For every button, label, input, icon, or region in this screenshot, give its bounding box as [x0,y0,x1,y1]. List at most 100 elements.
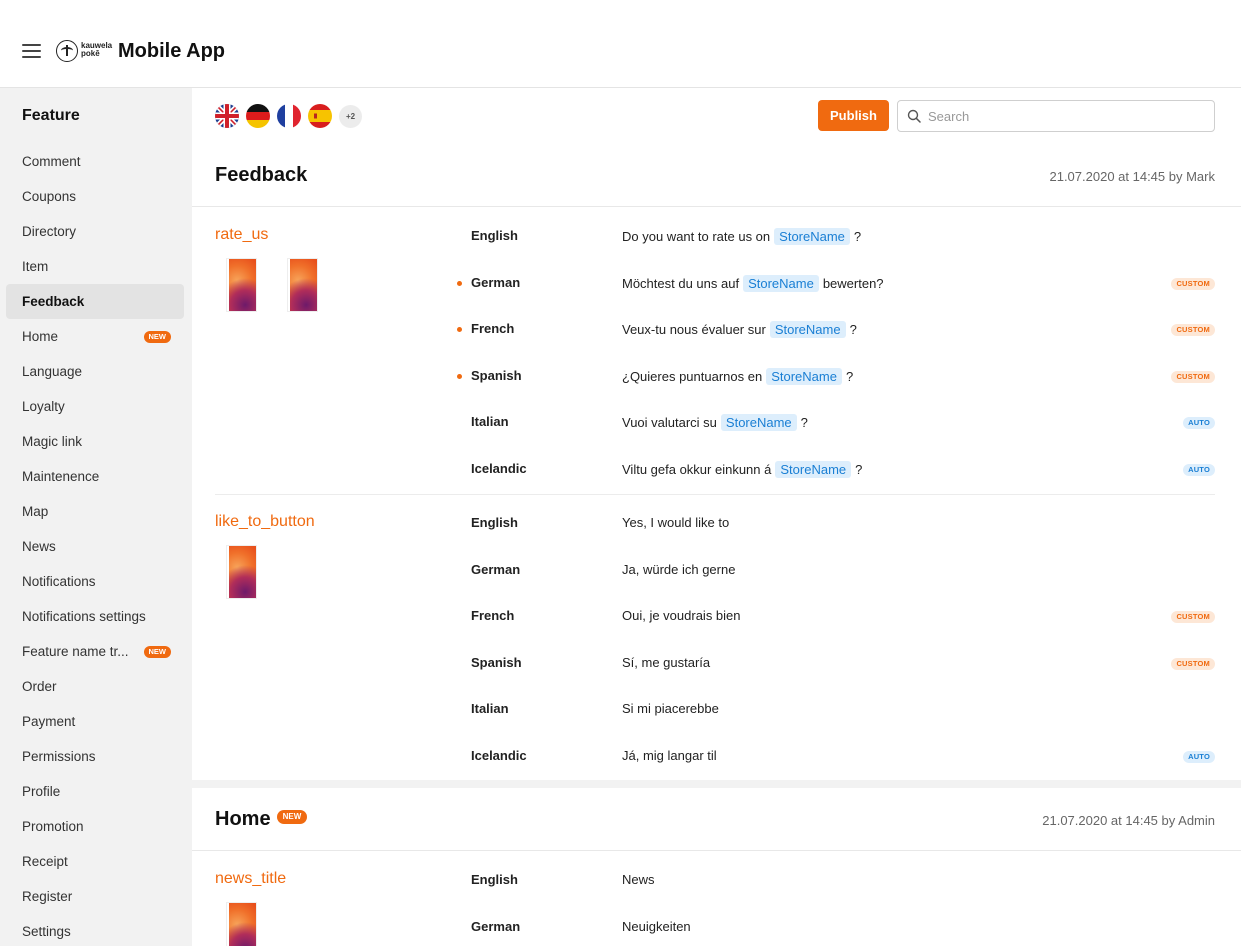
sidebar-item-label: Magic link [22,434,83,449]
sidebar-item-settings[interactable]: Settings [6,914,184,946]
translation-text[interactable]: Oui, je voudrais bien [622,608,741,623]
translation-text[interactable]: ¿Quieres puntuarnos en StoreName? [622,367,853,385]
placeholder-token[interactable]: StoreName [775,460,852,478]
section-divider [192,850,1241,851]
france-flag-icon[interactable] [277,104,301,128]
sidebar-title: Feature [22,107,80,124]
sidebar-item-loyalty[interactable]: Loyalty [6,389,184,424]
translation-text[interactable]: Do you want to rate us on StoreName? [622,228,861,245]
translation-row[interactable]: German Neuigkeiten [192,905,1241,946]
section-last-edited: 21.07.2020 at 14:45 by Admin [1042,813,1215,828]
sidebar-item-label: Loyalty [22,399,65,414]
sidebar-item-label: Feedback [22,294,85,309]
modified-dot-icon [457,280,462,286]
translation-text[interactable]: Ja, würde ich gerne [622,562,735,577]
new-badge: NEW [276,809,308,824]
translation-text[interactable]: Já, mig langar til [622,748,717,763]
translation-row[interactable]: English Yes, I would like to [192,501,1241,547]
translation-text-before: Yes, I would like to [622,515,730,530]
translation-row[interactable]: Italian Vuoi valutarci su StoreName? AUTO [192,400,1241,446]
placeholder-token[interactable]: StoreName [774,228,850,245]
auto-status-badge: AUTO [1183,417,1215,429]
sidebar-item-promotion[interactable]: Promotion [6,809,184,844]
language-label: Icelandic [471,747,527,763]
app-title: Mobile App [118,40,226,62]
language-label: German [471,274,521,290]
translation-row[interactable]: English Do you want to rate us on StoreNam… [192,214,1241,260]
placeholder-token[interactable]: StoreName [743,274,819,292]
translation-text[interactable]: Viltu gefa okkur einkunn á StoreName? [622,460,863,478]
sidebar-item-receipt[interactable]: Receipt [6,844,184,879]
sidebar-item-directory[interactable]: Directory [6,214,184,249]
sidebar-item-home[interactable]: Home NEW [6,319,184,354]
brand-logo[interactable]: kauwela pokē [56,40,112,62]
search-box[interactable] [897,100,1215,132]
sidebar-item-profile[interactable]: Profile [6,774,184,809]
sidebar-item-item[interactable]: Item [6,249,184,284]
translation-row[interactable]: German Ja, würde ich gerne [192,548,1241,594]
sidebar-item-notifications-settings[interactable]: Notifications settings [6,599,184,634]
spain-flag-icon[interactable] [308,104,332,128]
translation-row[interactable]: German Möchtest du uns auf StoreName bewert… [192,261,1241,307]
sidebar-item-magic-link[interactable]: Magic link [6,424,184,459]
translation-row[interactable]: Icelandic Viltu gefa okkur einkunn á Store… [192,447,1241,493]
sidebar-item-notifications[interactable]: Notifications [6,564,184,599]
translation-text[interactable]: Möchtest du uns auf StoreName bewerten? [622,274,884,292]
sidebar-item-maintenence[interactable]: Maintenence [6,459,184,494]
sidebar-item-register[interactable]: Register [6,879,184,914]
placeholder-token[interactable]: StoreName [766,367,842,385]
translation-row[interactable]: Spanish Sí, me gustaría CUSTOM [192,641,1241,687]
sidebar-item-news[interactable]: News [6,529,184,564]
translation-text-before: Si mi piacerebbe [622,701,719,716]
search-input[interactable] [928,101,1208,131]
uk-flag-icon[interactable] [215,104,239,128]
translation-text[interactable]: Si mi piacerebbe [622,701,719,716]
sidebar-list: Comment Coupons Directory Item Feedback Home N… [6,144,184,946]
sidebar-item-feature-name-tr[interactable]: Feature name tr... NEW [6,634,184,669]
auto-status-badge: AUTO [1183,463,1215,476]
translation-text-before: Ja, würde ich gerne [622,561,736,577]
main-content: +2 Publish Feedback 21.07.2020 at 14:45 b… [192,88,1241,946]
logo-text: kauwela pokē [81,42,121,58]
placeholder-token[interactable]: StoreName [769,321,846,338]
sidebar-item-coupons[interactable]: Coupons [6,179,184,214]
sidebar-item-payment[interactable]: Payment [6,704,184,739]
translation-text-after: ? [849,322,857,337]
more-languages-badge[interactable]: +2 [339,105,362,128]
sidebar-item-label: Promotion [22,819,84,834]
translation-text-after: ? [855,461,863,477]
sidebar-item-label: News [22,539,56,554]
translation-text[interactable]: Veux-tu nous évaluer sur StoreName? [622,321,857,338]
translation-text[interactable]: Yes, I would like to [622,515,729,530]
hamburger-menu-icon[interactable] [22,44,41,58]
translation-text-before: Já, mig langar til [622,747,717,763]
sidebar-item-label: Coupons [22,189,77,204]
translation-row[interactable]: French Oui, je voudrais bien CUSTOM [192,594,1241,640]
sidebar-item-permissions[interactable]: Permissions [6,739,184,774]
germany-flag-icon[interactable] [246,104,270,128]
translation-row[interactable]: Italian Si mi piacerebbe [192,687,1241,733]
sidebar-item-label: Profile [22,784,61,799]
sidebar-item-map[interactable]: Map [6,494,184,529]
sidebar-item-order[interactable]: Order [6,669,184,704]
sidebar-item-feedback[interactable]: Feedback [6,284,184,319]
language-label: German [471,561,521,577]
search-icon [907,109,921,123]
translation-text[interactable]: Neuigkeiten [622,919,691,934]
publish-button[interactable]: Publish [818,100,889,131]
new-badge: NEW [143,646,171,658]
translation-text[interactable]: News [622,872,655,887]
translation-text[interactable]: Vuoi valutarci su StoreName? [622,414,808,431]
sidebar-item-language[interactable]: Language [6,354,184,389]
placeholder-token[interactable]: StoreName [720,414,797,431]
translation-row[interactable]: Spanish ¿Quieres puntuarnos en StoreName? C… [192,354,1241,400]
custom-status-badge: CUSTOM [1171,657,1215,670]
custom-status-badge: CUSTOM [1171,277,1215,290]
translation-row[interactable]: English News [192,858,1241,904]
sidebar-item-comment[interactable]: Comment [6,144,184,179]
translation-text-after: bewerten? [822,275,884,291]
translation-row[interactable]: French Veux-tu nous évaluer sur StoreName?… [192,307,1241,353]
translation-text[interactable]: Sí, me gustaría [622,655,710,670]
translation-row[interactable]: Icelandic Já, mig langar til AUTO [192,734,1241,780]
toolbar: +2 Publish [192,88,1241,144]
